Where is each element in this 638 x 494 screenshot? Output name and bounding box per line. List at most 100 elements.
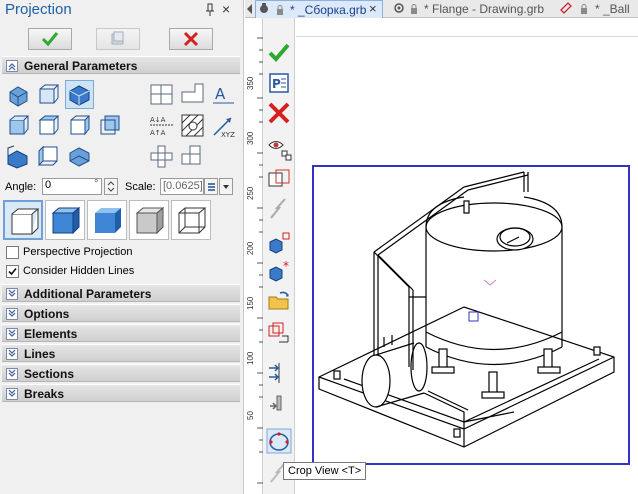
tab-flange-drawing[interactable]: * Flange - Drawing.grb	[391, 0, 549, 18]
section-elements[interactable]: Elements	[2, 324, 240, 342]
section-additional-parameters[interactable]: Additional Parameters	[2, 284, 240, 302]
shade-shaded-button[interactable]	[87, 200, 127, 240]
section-lines[interactable]: Lines	[2, 344, 240, 362]
add-view-icon[interactable]	[266, 230, 292, 256]
lock-icon	[581, 4, 587, 14]
view-iso-bottom-icon[interactable]	[65, 142, 94, 171]
preview-button[interactable]	[96, 28, 140, 50]
section-label: General Parameters	[24, 59, 138, 73]
view-layout-corner-icon[interactable]	[178, 80, 207, 109]
checkmark-icon	[41, 32, 59, 47]
horizontal-ruler	[296, 18, 638, 37]
view-back-icon[interactable]	[96, 111, 125, 140]
ruler-label: 350	[246, 76, 255, 90]
ruler-label: 100	[246, 351, 255, 365]
chevron-down-icon	[6, 368, 18, 380]
ok-button[interactable]	[28, 28, 72, 50]
crop-view-icon[interactable]	[266, 428, 292, 454]
view-iso-selected-icon[interactable]	[65, 80, 94, 109]
preview-icon	[111, 31, 124, 45]
tooltip-crop-view: Crop View <T>	[283, 462, 367, 480]
section-label: Options	[24, 307, 70, 321]
align-views-icon[interactable]	[266, 360, 292, 386]
section-sections[interactable]: Sections	[2, 364, 240, 382]
section-general-parameters[interactable]: General Parameters	[2, 56, 240, 74]
scale-label: Scale:	[125, 181, 156, 193]
scale-dropdown-icon[interactable]	[219, 178, 233, 195]
angle-spinner[interactable]	[104, 178, 118, 195]
section-label: Elements	[24, 327, 78, 341]
section-options[interactable]: Options	[2, 304, 240, 322]
view-layout-grid-icon[interactable]	[147, 80, 176, 109]
view-cross-layout-icon[interactable]	[147, 142, 176, 171]
lock-icon	[411, 4, 417, 14]
ruler-label: 250	[246, 186, 255, 200]
section-label: Lines	[24, 347, 56, 361]
angle-input[interactable]: 0	[42, 178, 102, 195]
pin-icon[interactable]	[205, 3, 215, 17]
tab-label: * _Сборка.grb	[290, 3, 367, 17]
cross-icon	[183, 31, 199, 47]
view-right-icon[interactable]	[65, 111, 94, 140]
visibility-eye-icon[interactable]	[266, 136, 292, 162]
ruler-label: 50	[246, 411, 255, 420]
view-bottom-icon[interactable]	[4, 142, 33, 171]
scale-input[interactable]: [0.0625]	[160, 178, 204, 195]
assembly-doc-icon	[260, 3, 268, 13]
section-label: Sections	[24, 367, 75, 381]
view-frame[interactable]	[312, 165, 630, 465]
cancel-button[interactable]	[169, 28, 213, 50]
cancel-cross-icon[interactable]	[266, 100, 292, 126]
checkbox-box-checked[interactable]	[6, 265, 19, 278]
shade-wireframe-white-button[interactable]	[3, 200, 43, 240]
section-breaks[interactable]: Breaks	[2, 384, 240, 402]
view-frame-icon[interactable]	[266, 166, 292, 192]
view-front-icon[interactable]	[4, 111, 33, 140]
text-annotation-icon[interactable]: A	[209, 80, 238, 109]
move-view-icon[interactable]	[266, 390, 292, 416]
break-line-icon[interactable]	[266, 196, 292, 222]
chevron-down-icon	[6, 308, 18, 320]
checkbox-label: Perspective Projection	[23, 246, 133, 258]
chevron-down-icon	[6, 388, 18, 400]
tab-label: * _Ball	[595, 2, 630, 16]
tank-assembly-drawing	[318, 171, 615, 448]
svg-text:A↓A: A↓A	[150, 116, 166, 124]
document-tab-bar: * _Сборка.grb × * Flange - Drawing.grb *…	[245, 0, 638, 18]
parameters-icon[interactable]: P	[266, 70, 292, 96]
tab-ball[interactable]: * _Ball	[558, 0, 638, 18]
checkmark-icon	[8, 267, 17, 276]
align-top-icon[interactable]: A↓A A↑A	[147, 111, 176, 140]
section-label: Breaks	[24, 387, 65, 401]
section-label: Additional Parameters	[24, 287, 152, 301]
shade-shaded-edges-button[interactable]	[45, 200, 85, 240]
checkbox-box[interactable]	[6, 246, 19, 259]
view-left-icon[interactable]	[34, 142, 63, 171]
shade-gray-button[interactable]	[129, 200, 169, 240]
checkbox-label: Consider Hidden Lines	[23, 265, 135, 277]
view-iso-wire-icon[interactable]	[34, 80, 63, 109]
tab-label: * Flange - Drawing.grb	[424, 2, 545, 16]
view-top-icon[interactable]	[34, 111, 63, 140]
svg-text:*: *	[283, 259, 289, 273]
add-view-star-icon[interactable]: *	[266, 258, 292, 284]
ruler-label: 200	[246, 241, 255, 255]
svg-text:A↑A: A↑A	[150, 129, 166, 137]
tab-close-icon[interactable]: ×	[369, 1, 377, 16]
open-folder-icon[interactable]	[266, 288, 292, 314]
view-iso-solid-icon[interactable]	[4, 80, 33, 109]
hatch-section-icon[interactable]	[178, 111, 207, 140]
transform-view-icon[interactable]	[266, 320, 292, 346]
shade-hidden-lines-button[interactable]	[171, 200, 211, 240]
projection-panel: Projection × General Parameters A A↓A A↑A…	[0, 0, 244, 494]
tab-scroll-left-icon[interactable]	[246, 3, 253, 15]
view-l-layout-icon[interactable]	[178, 142, 207, 171]
tab-assembly[interactable]: * _Сборка.grb ×	[255, 0, 383, 18]
panel-title: Projection	[5, 1, 72, 18]
axis-xyz-icon[interactable]: XYZ	[209, 111, 238, 140]
chevron-down-icon	[6, 288, 18, 300]
scale-list-icon[interactable]	[204, 178, 218, 195]
apply-checkmark-icon[interactable]	[266, 40, 292, 66]
lock-icon	[277, 5, 283, 15]
panel-close-button[interactable]: ×	[222, 1, 230, 17]
